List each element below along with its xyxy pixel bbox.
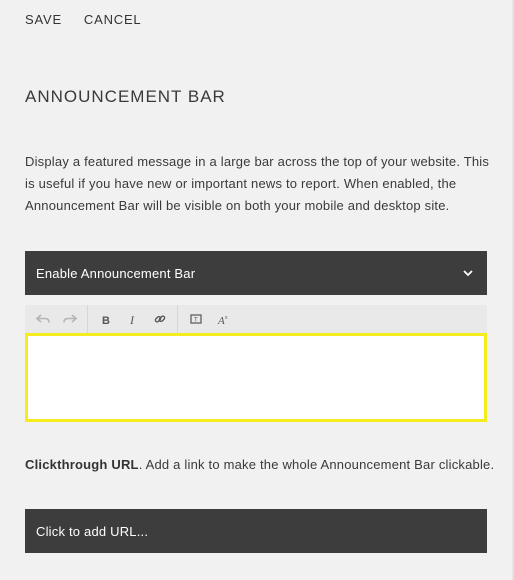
select-value: Enable Announcement Bar bbox=[36, 265, 196, 281]
svg-text:T: T bbox=[194, 318, 198, 324]
svg-text:I: I bbox=[129, 314, 135, 325]
link-icon[interactable] bbox=[146, 305, 173, 333]
enable-announcement-select[interactable]: Enable Announcement Bar bbox=[25, 251, 487, 295]
format-group: B I bbox=[88, 305, 178, 333]
redo-icon[interactable] bbox=[56, 305, 83, 333]
url-placeholder: Click to add URL... bbox=[36, 523, 149, 539]
announcement-text-editor[interactable] bbox=[25, 333, 487, 422]
svg-text:A: A bbox=[217, 315, 225, 325]
cancel-button[interactable]: CANCEL bbox=[84, 12, 142, 28]
top-actions: SAVE CANCEL bbox=[25, 12, 141, 28]
editor-toolbar: B I T A x bbox=[25, 305, 487, 333]
clickthrough-description: Clickthrough URL. Add a link to make the… bbox=[25, 454, 495, 476]
save-button[interactable]: SAVE bbox=[25, 12, 62, 28]
insert-group: T A x bbox=[178, 305, 240, 333]
svg-text:x: x bbox=[225, 315, 228, 321]
bold-icon[interactable]: B bbox=[92, 305, 119, 333]
insert-block-icon[interactable]: T bbox=[182, 305, 209, 333]
clickthrough-url-field[interactable]: Click to add URL... bbox=[25, 509, 487, 553]
history-group bbox=[25, 305, 88, 333]
chevron-down-icon bbox=[460, 265, 476, 281]
announcement-bar-settings-panel: SAVE CANCEL ANNOUNCEMENT BAR Display a f… bbox=[0, 0, 514, 580]
svg-text:B: B bbox=[102, 315, 110, 325]
clickthrough-help-text: . Add a link to make the whole Announcem… bbox=[138, 457, 495, 472]
section-description: Display a featured message in a large ba… bbox=[25, 154, 490, 213]
italic-icon[interactable]: I bbox=[119, 305, 146, 333]
section-title: ANNOUNCEMENT BAR bbox=[25, 87, 226, 106]
undo-icon[interactable] bbox=[29, 305, 56, 333]
clickthrough-label: Clickthrough URL bbox=[25, 457, 139, 472]
clear-format-icon[interactable]: A x bbox=[209, 305, 236, 333]
